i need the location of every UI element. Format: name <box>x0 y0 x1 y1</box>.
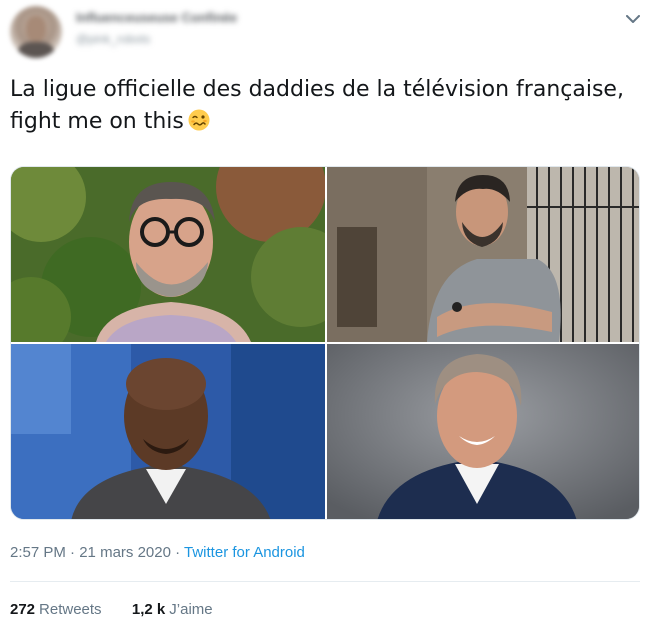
likes-count: 1,2 k <box>131 601 166 618</box>
tweet-stats: 272 Retweets 1,2 k J’aime <box>10 601 213 618</box>
chevron-down-icon[interactable] <box>622 8 644 30</box>
media-grid <box>10 166 640 520</box>
tweet-text-line-2: fight me on this <box>10 106 640 138</box>
divider <box>10 581 640 582</box>
photo-top-right[interactable] <box>327 167 639 342</box>
meta-separator: · <box>65 544 80 561</box>
author-avatar[interactable] <box>10 6 62 58</box>
retweets-count: 272 <box>10 601 36 618</box>
photo-bottom-right[interactable] <box>327 344 639 519</box>
tweet-time[interactable]: 2:57 PM <box>10 544 66 561</box>
photo-bottom-left[interactable] <box>11 344 325 519</box>
likes-label: J’aime <box>169 601 213 618</box>
likes-stat[interactable]: 1,2 k J’aime <box>132 601 213 618</box>
retweets-label: Retweets <box>39 601 102 618</box>
tweet-text-line-2-text: fight me on this <box>10 109 184 134</box>
photo-top-left[interactable] <box>11 167 325 342</box>
tweet-card: Influenceuseuse Confinée @pink_robots La… <box>0 0 650 625</box>
woozy-face-emoji-icon <box>188 109 210 131</box>
tweet-date[interactable]: 21 mars 2020 <box>79 544 171 561</box>
tweet-text: La ligue officielle des daddies de la té… <box>10 74 640 138</box>
meta-separator-2: · <box>170 544 185 561</box>
author-handle[interactable]: @pink_robots <box>76 32 150 46</box>
avatar-shirt <box>18 42 54 58</box>
tweet-source-link[interactable]: Twitter for Android <box>184 544 305 561</box>
retweets-stat[interactable]: 272 Retweets <box>10 601 102 618</box>
tweet-meta: 2:57 PM · 21 mars 2020 · Twitter for And… <box>10 544 305 561</box>
author-display-name[interactable]: Influenceuseuse Confinée <box>76 10 237 25</box>
tweet-text-line-1: La ligue officielle des daddies de la té… <box>10 77 624 102</box>
avatar-face <box>26 16 46 42</box>
